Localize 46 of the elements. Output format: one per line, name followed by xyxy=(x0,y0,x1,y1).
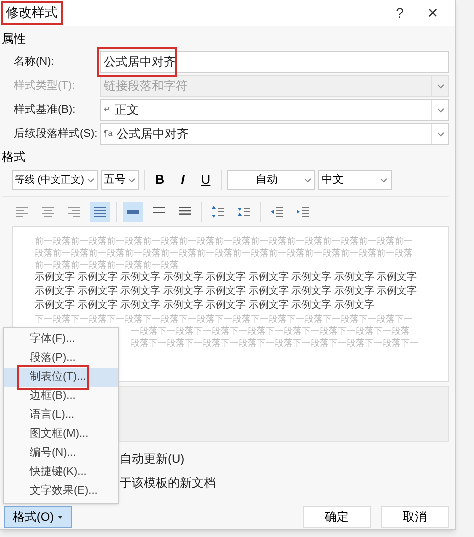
sample-text: 示例文字 示例文字 示例文字 示例文字 示例文字 示例文字 示例文字 示例文字 示例文字 xyxy=(35,271,418,285)
menu-item[interactable]: 字体(F)... xyxy=(4,330,118,349)
chevron-down-icon xyxy=(87,178,95,182)
sample-text: 示例文字 示例文字 示例文字 示例文字 示例文字 示例文字 示例文字 示例文字 xyxy=(35,299,376,313)
alignment-icon[interactable] xyxy=(90,202,110,222)
chevron-down-icon xyxy=(128,178,136,182)
cancel-button[interactable]: 取消 xyxy=(381,506,449,528)
font-size-dropdown[interactable]: 五号 xyxy=(101,170,139,190)
field-label: 后续段落样式(S): xyxy=(14,126,99,142)
font-dropdown[interactable]: 等线 (中文正文) xyxy=(12,170,98,190)
menu-item[interactable]: 制表位(T)... xyxy=(4,368,118,387)
field-label: 样式类型(T): xyxy=(14,78,76,94)
menu-item[interactable]: 编号(N)... xyxy=(4,444,118,463)
close-button[interactable]: × xyxy=(415,0,451,26)
ok-button[interactable]: 确定 xyxy=(303,506,371,528)
chevron-down-icon xyxy=(304,178,312,182)
chevron-down-icon xyxy=(380,178,388,182)
chevron-down-icon xyxy=(437,132,445,136)
chevron-down-icon xyxy=(437,84,445,88)
option-label: 于该模板的新文档 xyxy=(120,475,217,492)
highlight-box xyxy=(17,365,89,390)
sample-text: 示例文字 示例文字 示例文字 示例文字 示例文字 示例文字 示例文字 示例文字 示例文字 xyxy=(35,285,418,299)
italic-button[interactable]: I xyxy=(173,170,193,190)
menu-item[interactable]: 段落(P)... xyxy=(4,349,118,368)
language-dropdown[interactable]: 中文 xyxy=(318,170,392,190)
line-spacing-icon[interactable] xyxy=(123,202,143,222)
style-dropdown[interactable]: ¶a 公式居中对齐 xyxy=(100,123,449,145)
field-label: 名称(N): xyxy=(14,54,56,70)
menu-item[interactable]: 边框(B)... xyxy=(4,387,118,406)
field-label: 样式基准(B): xyxy=(14,102,77,118)
format-button[interactable]: 格式(O) xyxy=(4,506,72,528)
window-title: 修改样式 xyxy=(1,1,63,25)
section-heading: 格式 xyxy=(2,149,27,166)
bold-button[interactable]: B xyxy=(150,170,170,190)
chevron-down-icon xyxy=(437,108,445,112)
option-label: 自动更新(U) xyxy=(120,451,186,468)
style-dropdown[interactable]: ↵ 正文 xyxy=(100,99,449,121)
menu-item[interactable]: 图文框(M)... xyxy=(4,425,118,444)
help-button[interactable]: ? xyxy=(385,2,415,24)
menu-item[interactable]: 快捷键(K)... xyxy=(4,463,118,482)
caret-icon xyxy=(58,516,64,518)
menu-item[interactable]: 文字效果(E)... xyxy=(4,482,118,501)
underline-button[interactable]: U xyxy=(196,170,216,190)
menu-item[interactable]: 语言(L)... xyxy=(4,406,118,425)
section-heading: 属性 xyxy=(2,31,27,48)
color-dropdown[interactable]: 自动 xyxy=(227,170,315,190)
